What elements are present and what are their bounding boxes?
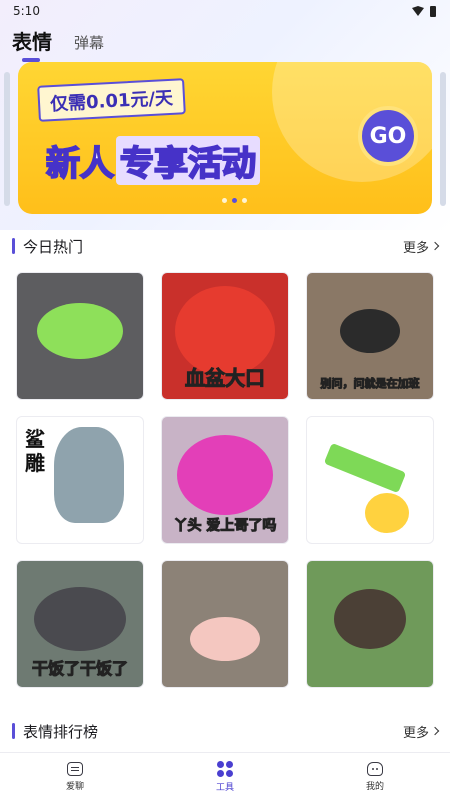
pagination-dot-active[interactable] xyxy=(232,198,237,203)
sticker-art xyxy=(37,302,123,359)
status-time: 5:10 xyxy=(13,4,40,18)
sticker-card-6[interactable] xyxy=(306,416,434,544)
banner-price-tag: 仅需0.01元/天 xyxy=(37,78,186,122)
sticker-art xyxy=(34,586,126,651)
sticker-art xyxy=(340,308,400,353)
nav-tools-label: 工具 xyxy=(215,782,234,793)
sticker-card-8[interactable] xyxy=(161,560,289,688)
sticker-grid: 血盆大口 别问，问就是在加班 鲨雕 丫头 爱上哥了吗 干饭了干饭了 xyxy=(16,272,434,688)
pagination-dot[interactable] xyxy=(222,198,227,203)
status-bar: 5:10 xyxy=(0,0,450,22)
banner-pagination xyxy=(222,198,247,203)
section-ranking-title: 表情排行榜 xyxy=(23,722,99,741)
banner-go-button[interactable]: GO xyxy=(358,106,418,166)
tools-icon xyxy=(217,760,233,777)
section-ranking: 表情排行榜 更多 xyxy=(12,720,440,742)
more-label: 更多 xyxy=(402,240,429,256)
banner-title-boxed: 专享活动 xyxy=(116,136,260,185)
section-accent-bar xyxy=(12,723,15,739)
chat-icon xyxy=(67,761,83,776)
tab-danmaku[interactable]: 弹幕 xyxy=(74,32,104,55)
sticker-caption: 丫头 爱上哥了吗 xyxy=(173,518,277,535)
sticker-art xyxy=(334,588,406,649)
sticker-card-4[interactable]: 鲨雕 xyxy=(16,416,144,544)
bottom-nav: 爱聊 工具 我的 xyxy=(0,752,450,800)
pagination-dot[interactable] xyxy=(242,198,247,203)
section-hot-today-heading: 今日热门 xyxy=(12,236,83,257)
sticker-caption: 干饭了干饭了 xyxy=(31,659,128,679)
wifi-icon xyxy=(412,6,424,16)
section-hot-today-title: 今日热门 xyxy=(23,237,84,256)
sticker-art xyxy=(190,617,260,662)
sticker-art xyxy=(177,434,273,515)
phone-art xyxy=(323,442,407,494)
sticker-card-7[interactable]: 干饭了干饭了 xyxy=(16,560,144,688)
chevron-right-icon xyxy=(430,241,440,251)
top-tabs: 表情 弹幕 xyxy=(12,26,104,62)
sticker-card-9[interactable] xyxy=(306,560,434,688)
sticker-card-2[interactable]: 血盆大口 xyxy=(161,272,289,400)
hot-today-more-link[interactable]: 更多 xyxy=(402,237,440,256)
tab-stickers[interactable]: 表情 xyxy=(12,26,52,62)
chevron-right-icon xyxy=(430,726,440,736)
banner-peek-next[interactable] xyxy=(440,72,446,206)
section-hot-today: 今日热门 更多 xyxy=(12,235,440,257)
sticker-card-5[interactable]: 丫头 爱上哥了吗 xyxy=(161,416,289,544)
nav-chat-label: 爱聊 xyxy=(65,781,84,792)
sticker-caption: 别问，问就是在加班 xyxy=(320,377,420,391)
sticker-card-3[interactable]: 别问，问就是在加班 xyxy=(306,272,434,400)
nav-item-chat[interactable]: 爱聊 xyxy=(35,761,115,792)
nav-item-tools[interactable]: 工具 xyxy=(185,760,265,793)
banner-peek-previous[interactable] xyxy=(4,72,10,206)
section-ranking-heading: 表情排行榜 xyxy=(12,721,98,742)
emoji-face-art xyxy=(365,493,409,533)
battery-icon xyxy=(430,5,436,17)
profile-icon xyxy=(367,761,383,776)
ranking-more-link[interactable]: 更多 xyxy=(402,722,440,741)
nav-item-me[interactable]: 我的 xyxy=(335,761,415,792)
more-label: 更多 xyxy=(402,725,429,741)
sticker-card-1[interactable] xyxy=(16,272,144,400)
tab-stickers-label: 表情 xyxy=(12,30,52,54)
banner-title-plain: 新人 xyxy=(45,143,115,185)
banner-title: 新人 专享活动 xyxy=(45,136,260,185)
section-accent-bar xyxy=(12,238,15,254)
promo-banner[interactable]: 仅需0.01元/天 新人 专享活动 GO xyxy=(18,62,432,214)
nav-me-label: 我的 xyxy=(365,781,384,792)
tab-danmaku-label: 弹幕 xyxy=(74,34,105,52)
sticker-side-text: 鲨雕 xyxy=(25,427,45,475)
sticker-caption: 血盆大口 xyxy=(185,366,266,391)
shark-art xyxy=(54,426,124,523)
status-icons xyxy=(412,5,436,17)
